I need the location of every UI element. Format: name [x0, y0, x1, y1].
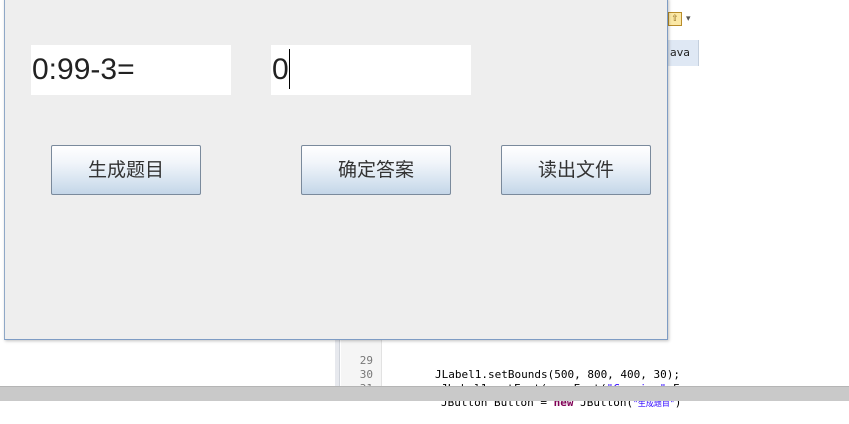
quiz-app-window: 0:99-3= 0 生成题目 确定答案 读出文件: [4, 0, 668, 340]
status-bar: [0, 386, 849, 401]
code-line: 29 JLabel1.setBounds(500, 800, 400, 30);: [335, 340, 849, 381]
read-file-button[interactable]: 读出文件: [501, 145, 651, 195]
editor-tab[interactable]: ava: [668, 40, 699, 66]
confirm-answer-button[interactable]: 确定答案: [301, 145, 451, 195]
code-line: 31 JButton Button = new JButton("生成题目"): [335, 368, 849, 409]
up-folder-icon[interactable]: ⇧: [668, 12, 682, 26]
text-cursor: [288, 49, 290, 90]
code-editor[interactable]: 29 JLabel1.setBounds(500, 800, 400, 30);…: [335, 340, 849, 409]
question-display: 0:99-3=: [31, 45, 231, 95]
ide-toolbar: ⇧ ▾: [668, 6, 700, 32]
generate-question-button[interactable]: 生成题目: [51, 145, 201, 195]
answer-value: 0: [272, 53, 289, 86]
answer-input[interactable]: 0: [271, 45, 471, 95]
code-line: 30 JLabel1.setFont(new Font("Courier",Fo: [335, 354, 849, 395]
dropdown-arrow-icon[interactable]: ▾: [686, 14, 691, 24]
